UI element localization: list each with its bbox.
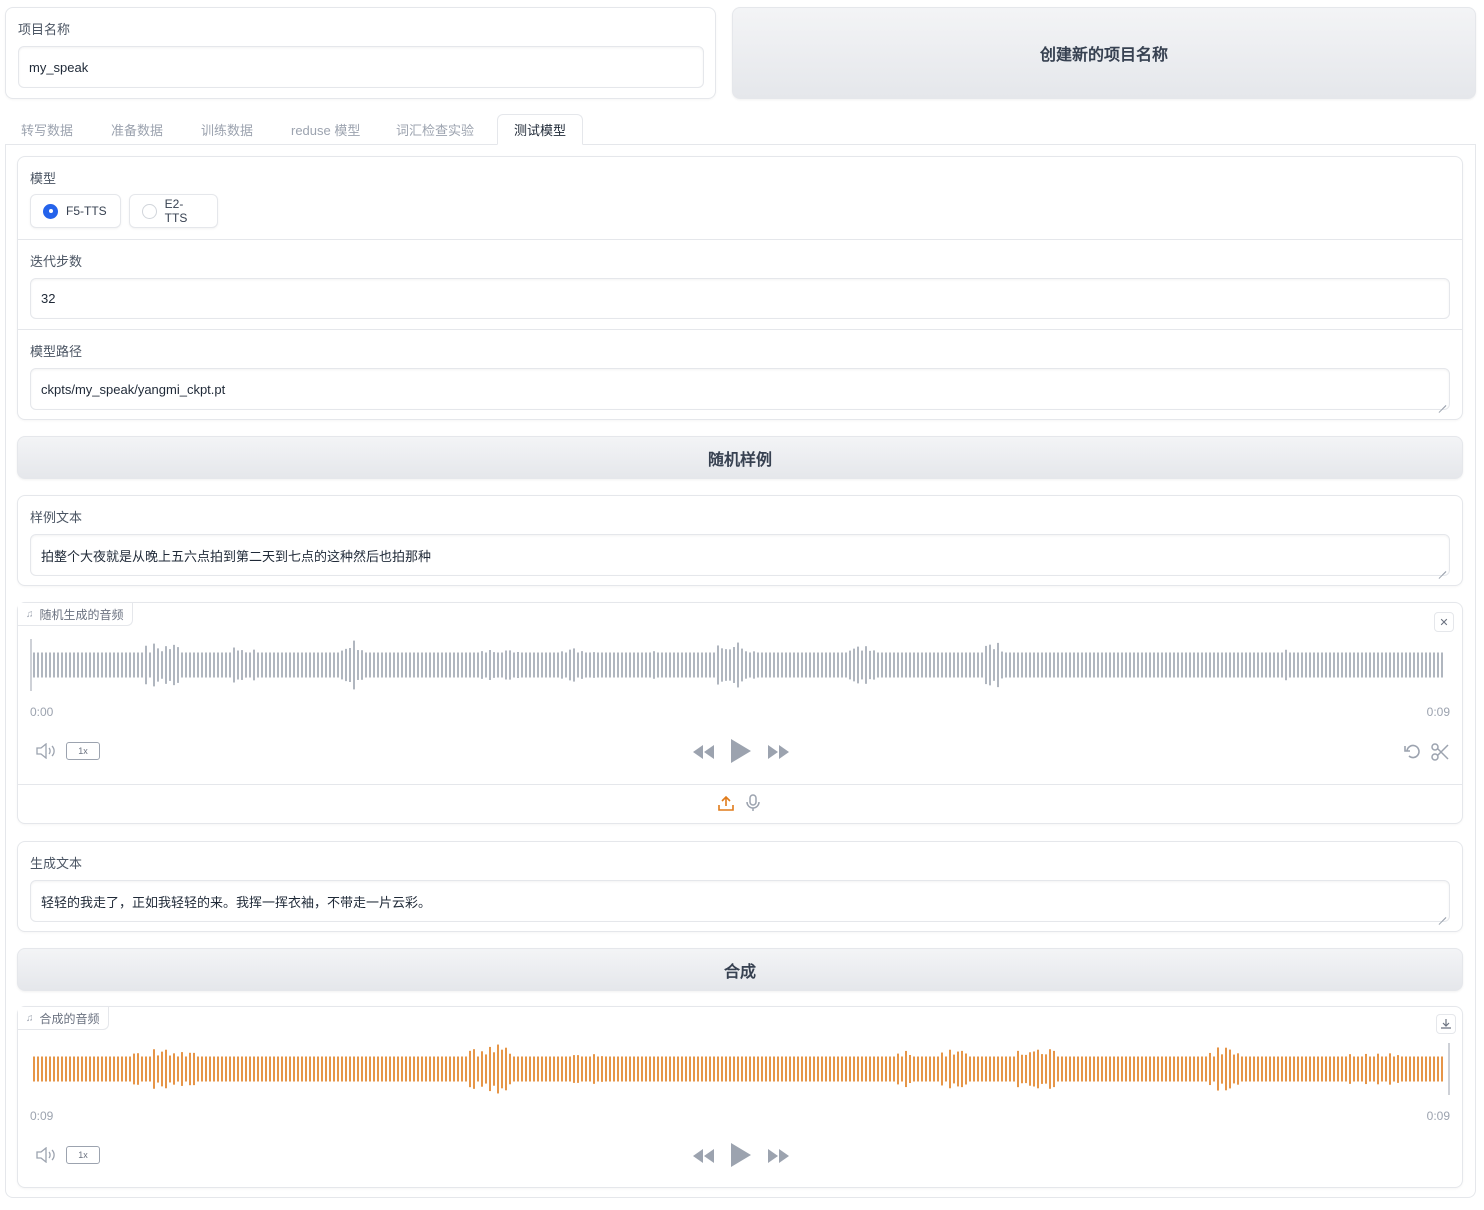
project-name-input[interactable]: my_speak <box>18 46 704 88</box>
gen-text-label: 生成文本 <box>30 856 83 871</box>
steps-input[interactable]: 32 <box>30 278 1450 319</box>
radio-label: F5-TTS <box>66 204 107 218</box>
audio-label: 随机生成的音频 <box>39 607 124 622</box>
playback-speed-button[interactable]: 1x <box>66 742 100 760</box>
resize-handle-icon[interactable] <box>1438 910 1446 918</box>
model-path-label: 模型路径 <box>30 344 83 359</box>
gen-text-value: 轻轻的我走了，正如我轻轻的来。我挥一挥衣袖，不带走一片云彩。 <box>41 894 432 910</box>
audio-label-badge: ♫ 合成的音频 <box>18 1007 109 1030</box>
random-sample-button[interactable]: 随机样例 <box>17 436 1463 479</box>
model-settings-group: 模型 F5-TTS E2-TTS 迭代步数 32 模型路径 ckpts/my_s… <box>17 156 1463 420</box>
divider <box>18 784 1462 785</box>
tab-vocab-check[interactable]: 词汇检查实验 <box>380 114 490 145</box>
model-path-input[interactable]: ckpts/my_speak/yangmi_ckpt.pt <box>30 368 1450 410</box>
resize-handle-icon[interactable] <box>1438 564 1446 572</box>
sample-text-input[interactable]: 拍整个大夜就是从晚上五六点拍到第二天到七点的这种然后也拍那种 <box>30 534 1450 576</box>
radio-label: E2-TTS <box>164 197 188 225</box>
project-name-block: 项目名称 my_speak <box>5 7 716 99</box>
rewind-icon[interactable] <box>690 1145 716 1167</box>
close-icon[interactable]: ✕ <box>1434 612 1454 632</box>
radio-f5-tts[interactable]: F5-TTS <box>30 194 121 228</box>
fast-forward-icon[interactable] <box>766 741 792 763</box>
divider <box>18 329 1462 330</box>
sample-text-value: 拍整个大夜就是从晚上五六点拍到第二天到七点的这种然后也拍那种 <box>41 548 432 564</box>
random-audio-player: ♫ 随机生成的音频 ✕ 0:00 0:09 1x <box>17 602 1463 824</box>
microphone-icon[interactable] <box>743 793 763 813</box>
music-note-icon: ♫ <box>26 1012 34 1024</box>
audio-label: 合成的音频 <box>39 1011 100 1026</box>
play-icon[interactable] <box>728 737 754 765</box>
project-name-label: 项目名称 <box>18 22 71 37</box>
tab-transcribe[interactable]: 转写数据 <box>5 114 89 145</box>
waveform[interactable] <box>30 637 1450 693</box>
create-project-button[interactable]: 创建新的项目名称 <box>732 7 1476 99</box>
tab-prepare[interactable]: 准备数据 <box>95 114 179 145</box>
playback-speed-button[interactable]: 1x <box>66 1146 100 1164</box>
upload-icon[interactable] <box>716 793 736 813</box>
scissors-icon[interactable] <box>1429 741 1451 763</box>
music-note-icon: ♫ <box>26 608 34 620</box>
volume-icon[interactable] <box>34 1145 58 1165</box>
tab-reduce-model[interactable]: reduse 模型 <box>275 114 376 145</box>
synth-audio-player: ♫ 合成的音频 0:09 0:09 1x <box>17 1006 1463 1188</box>
rewind-icon[interactable] <box>690 741 716 763</box>
resize-handle-icon[interactable] <box>1438 398 1446 406</box>
divider <box>18 239 1462 240</box>
volume-icon[interactable] <box>34 741 58 761</box>
model-label: 模型 <box>30 171 57 186</box>
tab-test-model[interactable]: 测试模型 <box>497 114 584 145</box>
waveform[interactable] <box>30 1041 1450 1097</box>
sample-text-label: 样例文本 <box>30 510 83 525</box>
gen-text-input[interactable]: 轻轻的我走了，正如我轻轻的来。我挥一挥衣袖，不带走一片云彩。 <box>30 880 1450 922</box>
sample-text-block: 样例文本 拍整个大夜就是从晚上五六点拍到第二天到七点的这种然后也拍那种 <box>17 495 1463 586</box>
download-icon[interactable] <box>1436 1014 1456 1034</box>
fast-forward-icon[interactable] <box>766 1145 792 1167</box>
radio-dot-icon <box>43 203 58 219</box>
play-icon[interactable] <box>728 1141 754 1169</box>
steps-label: 迭代步数 <box>30 254 83 269</box>
radio-dot-icon <box>142 203 157 219</box>
tab-bar: 转写数据 准备数据 训练数据 reduse 模型 词汇检查实验 测试模型 <box>5 114 1476 145</box>
time-start: 0:00 <box>30 705 54 719</box>
time-end: 0:09 <box>1426 1109 1450 1123</box>
radio-e2-tts[interactable]: E2-TTS <box>129 194 218 228</box>
time-start: 0:09 <box>30 1109 54 1123</box>
gen-text-block: 生成文本 轻轻的我走了，正如我轻轻的来。我挥一挥衣袖，不带走一片云彩。 <box>17 841 1463 932</box>
audio-label-badge: ♫ 随机生成的音频 <box>18 603 133 626</box>
time-end: 0:09 <box>1426 705 1450 719</box>
synthesize-button[interactable]: 合成 <box>17 948 1463 991</box>
undo-icon[interactable] <box>1402 741 1424 763</box>
tab-train[interactable]: 训练数据 <box>185 114 269 145</box>
model-path-value: ckpts/my_speak/yangmi_ckpt.pt <box>41 381 226 397</box>
